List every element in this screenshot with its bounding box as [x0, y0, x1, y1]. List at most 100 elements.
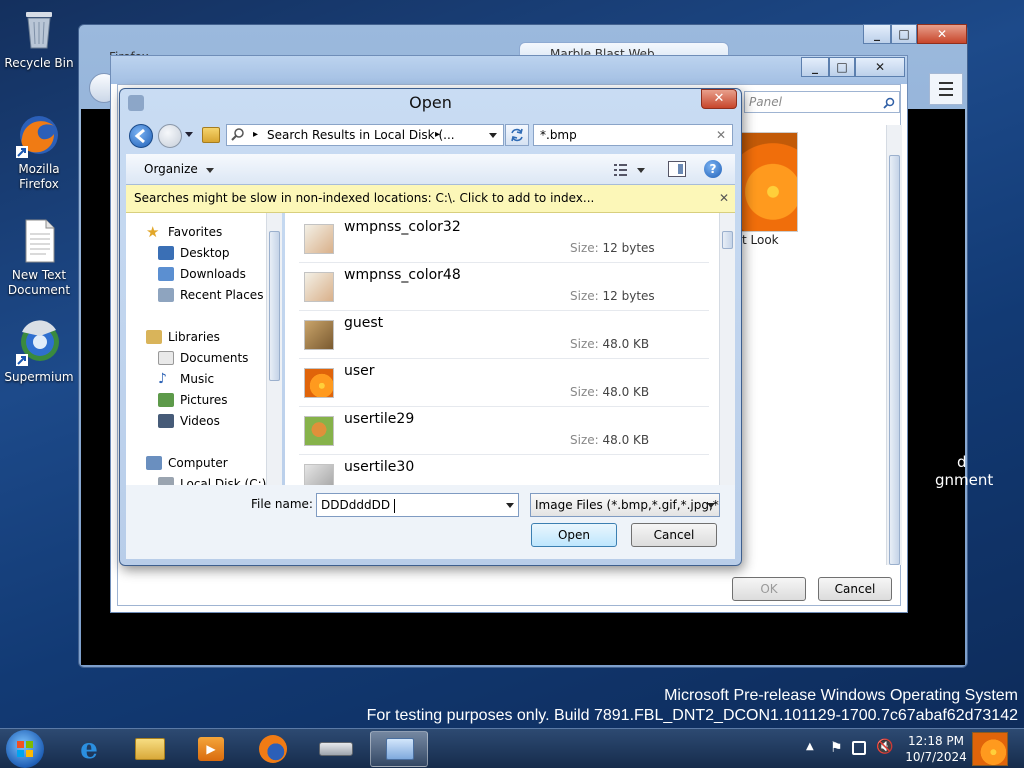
start-button[interactable]	[6, 730, 44, 768]
file-list-scrollbar[interactable]	[719, 213, 735, 485]
file-thumbnail	[304, 464, 334, 485]
network-icon[interactable]	[852, 741, 866, 755]
nav-item-music[interactable]: ♪ Music	[158, 372, 214, 386]
up-folder-button[interactable]	[202, 127, 220, 143]
nav-item-desktop[interactable]: Desktop	[158, 246, 230, 260]
settings-ok-button[interactable]: OK	[732, 577, 806, 601]
settings-search-box[interactable]: Panel	[744, 91, 900, 113]
tray-overflow-icon[interactable]: ▲	[806, 741, 814, 752]
nav-item-videos[interactable]: Videos	[158, 414, 220, 428]
preview-pane-button[interactable]	[668, 161, 686, 177]
file-size: Size: 48.0 KB	[570, 385, 650, 399]
close-button[interactable]: ✕	[855, 57, 905, 77]
settings-scrollbar[interactable]	[886, 125, 902, 565]
address-dropdown-icon[interactable]	[489, 133, 497, 138]
partial-text-line-1: d	[957, 453, 967, 471]
nav-pane-scrollbar[interactable]	[266, 213, 282, 485]
taskbar-drive-app[interactable]	[307, 731, 365, 767]
clock-date: 10/7/2024	[905, 750, 967, 764]
organize-button[interactable]: Organize	[144, 162, 214, 176]
close-button[interactable]: ✕	[917, 24, 967, 44]
preview-caption: t Look	[742, 233, 779, 247]
arrow-left-icon	[134, 128, 145, 144]
nav-item-downloads[interactable]: Downloads	[158, 267, 246, 281]
view-options-button[interactable]	[612, 162, 648, 178]
computer-icon	[146, 456, 162, 470]
nav-item-favorites[interactable]: ★ Favorites	[146, 225, 222, 240]
folder-icon	[135, 738, 165, 760]
file-size: Size: 48.0 KB	[570, 433, 650, 447]
open-button[interactable]: Open	[531, 523, 617, 547]
nav-label: Computer	[168, 456, 228, 470]
back-button[interactable]	[129, 124, 153, 148]
info-bar-close-icon[interactable]: ✕	[719, 185, 729, 212]
search-icon	[883, 95, 895, 109]
minimize-button[interactable]: _	[863, 24, 891, 44]
clear-search-icon[interactable]: ✕	[716, 125, 726, 145]
forward-button[interactable]	[158, 124, 182, 148]
desktop-icon	[158, 246, 174, 260]
desktop-icon-new-text-document[interactable]: New Text Document	[2, 218, 76, 298]
info-bar[interactable]: Searches might be slow in non-indexed lo…	[126, 185, 735, 213]
flower-preview-image	[736, 132, 798, 232]
taskbar-firefox[interactable]	[244, 731, 302, 767]
taskbar-explorer[interactable]	[121, 731, 179, 767]
nav-item-computer[interactable]: Computer	[146, 456, 228, 470]
file-type-select[interactable]: Image Files (*.bmp,*.gif,*.jpg,*.j	[530, 493, 720, 517]
minimize-button[interactable]: _	[801, 57, 829, 77]
desktop-icon-label: Mozilla Firefox	[18, 162, 60, 191]
file-name-dropdown-icon[interactable]	[506, 503, 514, 508]
nav-item-libraries[interactable]: Libraries	[146, 330, 220, 344]
organize-label: Organize	[144, 162, 198, 176]
nav-item-documents[interactable]: Documents	[158, 351, 248, 365]
desktop-icon-firefox[interactable]: Mozilla Firefox	[2, 112, 76, 192]
file-name-input[interactable]: DDDdddDD	[316, 493, 519, 517]
maximize-button[interactable]: □	[829, 57, 855, 77]
file-item[interactable]: user Size: 48.0 KB	[299, 359, 709, 407]
nav-item-local-disk[interactable]: Local Disk (C:)	[158, 477, 266, 485]
downloads-folder-icon	[158, 267, 174, 281]
refresh-button[interactable]	[505, 124, 529, 146]
file-name: usertile30	[344, 459, 415, 475]
file-item[interactable]: guest Size: 48.0 KB	[299, 311, 709, 359]
refresh-icon	[511, 128, 523, 142]
settings-search-placeholder: Panel	[749, 95, 782, 109]
taskbar-media-player[interactable]: ▶	[182, 731, 240, 767]
watermark-line-2: For testing purposes only. Build 7891.FB…	[366, 707, 1018, 724]
file-name: guest	[344, 315, 384, 331]
info-bar-text: Searches might be slow in non-indexed lo…	[134, 191, 595, 205]
settings-cancel-button[interactable]: Cancel	[818, 577, 892, 601]
file-item[interactable]: usertile30	[299, 455, 709, 485]
nav-item-recent-places[interactable]: Recent Places	[158, 288, 263, 302]
file-size: Size: 12 bytes	[570, 289, 655, 303]
open-dialog: Open ✕ ▸ Search Results in Local Disk (.…	[119, 88, 742, 566]
clock[interactable]: 12:18 PM 10/7/2024	[905, 733, 967, 765]
help-button[interactable]: ?	[704, 160, 722, 178]
desktop-icon-supermium[interactable]: Supermium	[2, 320, 76, 385]
right-partial-text: d gnment	[935, 453, 993, 489]
file-name-label: File name:	[251, 497, 313, 511]
desktop-icon-recycle-bin[interactable]: Recycle Bin	[2, 6, 76, 71]
history-dropdown-icon[interactable]	[185, 132, 193, 137]
file-item[interactable]: wmpnss_color32 Size: 12 bytes	[299, 215, 709, 263]
navigation-pane: ★ Favorites Desktop Downloads Recent Pla…	[126, 213, 281, 485]
videos-icon	[158, 414, 174, 428]
file-item[interactable]: wmpnss_color48 Size: 12 bytes	[299, 263, 709, 311]
action-center-flag-icon[interactable]: ⚑	[830, 740, 843, 756]
cancel-button[interactable]: Cancel	[631, 523, 717, 547]
nav-item-pictures[interactable]: Pictures	[158, 393, 228, 407]
taskbar-internet-explorer[interactable]: e	[60, 731, 118, 767]
internet-explorer-icon: e	[80, 732, 98, 765]
browser-menu-button[interactable]	[929, 73, 963, 105]
show-desktop-thumbnail[interactable]	[972, 732, 1008, 766]
address-bar[interactable]: ▸ Search Results in Local Disk (... ▸	[226, 124, 504, 146]
recent-places-icon	[158, 288, 174, 302]
file-item[interactable]: usertile29 Size: 48.0 KB	[299, 407, 709, 455]
volume-muted-icon[interactable]: 🔇	[876, 739, 893, 755]
nav-label: Recent Places	[180, 288, 264, 302]
file-list: wmpnss_color32 Size: 12 bytes wmpnss_col…	[285, 213, 727, 485]
maximize-button[interactable]: □	[891, 24, 917, 44]
taskbar-control-panel[interactable]	[370, 731, 428, 767]
search-field[interactable]: *.bmp ✕	[533, 124, 733, 146]
dialog-close-button[interactable]: ✕	[701, 89, 737, 109]
